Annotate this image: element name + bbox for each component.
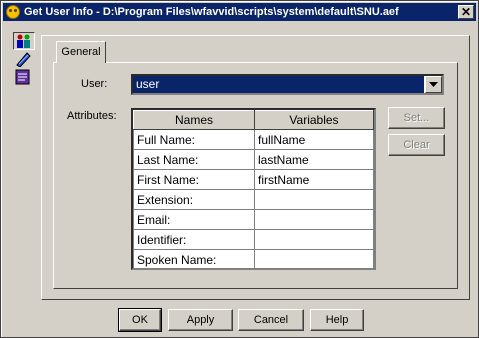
attribute-name-cell: Email:: [133, 209, 255, 230]
variable-cell[interactable]: firstName: [254, 169, 374, 190]
users-tool-button[interactable]: [13, 32, 35, 50]
table-row[interactable]: Extension:: [133, 189, 374, 210]
users-icon: [17, 34, 30, 48]
cancel-button[interactable]: Cancel: [238, 309, 304, 331]
attribute-name-cell: Extension:: [133, 189, 255, 210]
chevron-down-icon: [429, 82, 438, 87]
table-row[interactable]: Last Name: lastName: [133, 149, 374, 170]
attribute-name-cell: First Name:: [133, 169, 255, 190]
close-button[interactable]: ✕: [458, 5, 474, 19]
document-icon: [15, 69, 30, 85]
app-icon: [6, 5, 20, 19]
attributes-grid[interactable]: Names Variables Full Name: fullName Last…: [131, 108, 376, 270]
variable-cell[interactable]: [254, 229, 374, 250]
help-button[interactable]: Help: [310, 309, 364, 331]
attribute-name-cell: Full Name:: [133, 129, 255, 150]
dropdown-arrow-button[interactable]: [425, 76, 442, 93]
ok-button[interactable]: OK: [118, 308, 162, 332]
user-label: User:: [81, 78, 108, 90]
tag-tool-button[interactable]: [13, 51, 35, 69]
table-row[interactable]: Identifier:: [133, 229, 374, 250]
user-dropdown-value: user: [133, 76, 424, 93]
table-row[interactable]: Email:: [133, 209, 374, 230]
column-header-names[interactable]: Names: [133, 110, 255, 130]
clear-button[interactable]: Clear: [388, 134, 445, 156]
window-title: Get User Info - D:\Program Files\wfavvid…: [24, 6, 399, 18]
tag-icon: [16, 52, 31, 68]
set-button[interactable]: Set...: [388, 107, 445, 129]
attribute-name-cell: Last Name:: [133, 149, 255, 170]
dialog-window: Get User Info - D:\Program Files\wfavvid…: [0, 0, 479, 338]
document-tool-button[interactable]: [13, 69, 35, 87]
table-row[interactable]: Full Name: fullName: [133, 129, 374, 150]
apply-button[interactable]: Apply: [168, 309, 233, 331]
table-row[interactable]: Spoken Name:: [133, 249, 374, 268]
tab-general[interactable]: General: [56, 41, 106, 63]
attribute-name-cell: Identifier:: [133, 229, 255, 250]
variable-cell[interactable]: [254, 189, 374, 210]
table-row[interactable]: First Name: firstName: [133, 169, 374, 190]
variable-cell[interactable]: lastName: [254, 149, 374, 170]
column-header-variables[interactable]: Variables: [254, 110, 374, 130]
title-bar[interactable]: Get User Info - D:\Program Files\wfavvid…: [3, 3, 476, 21]
user-dropdown[interactable]: user: [131, 74, 444, 95]
variable-cell[interactable]: [254, 249, 374, 268]
attributes-label: Attributes:: [67, 110, 117, 122]
attribute-name-cell: Spoken Name:: [133, 249, 255, 268]
variable-cell[interactable]: [254, 209, 374, 230]
variable-cell[interactable]: fullName: [254, 129, 374, 150]
